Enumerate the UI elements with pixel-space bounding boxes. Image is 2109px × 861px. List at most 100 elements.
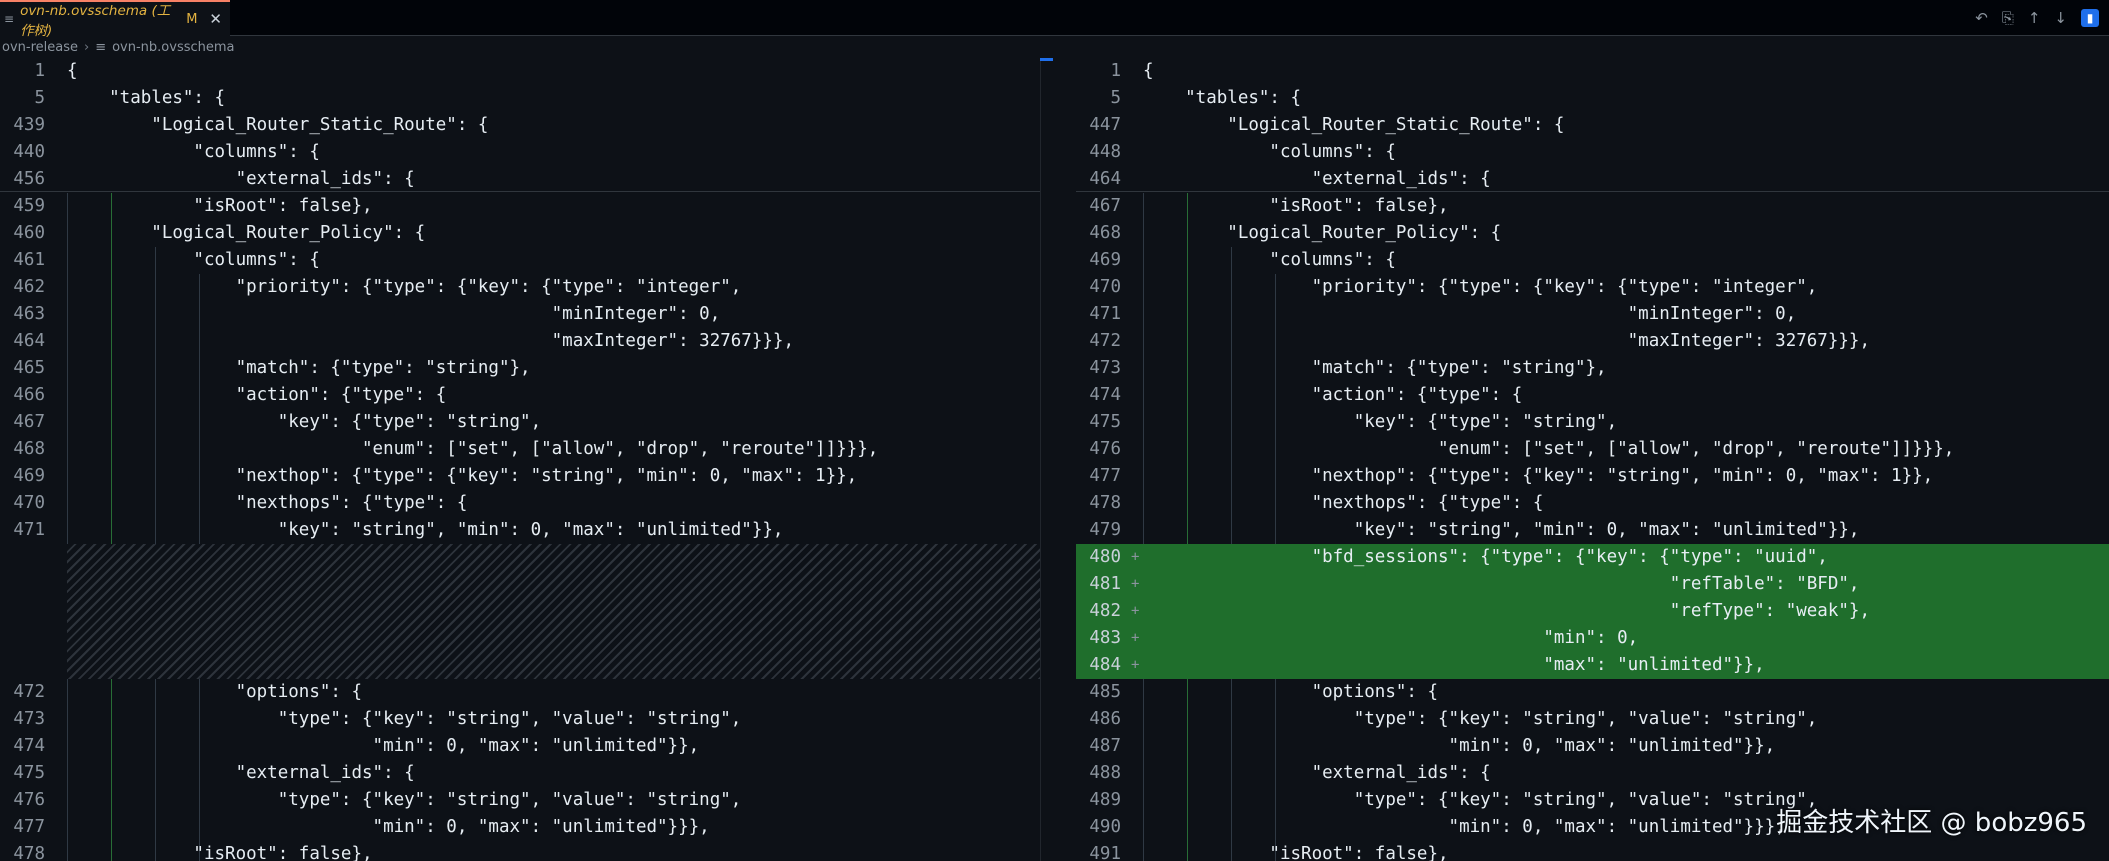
line-number: 468 (1089, 223, 1121, 243)
code-line[interactable]: 447 "Logical_Router_Static_Route": { (1076, 112, 2109, 139)
code-line[interactable]: 473 "match": {"type": "string"}, (1076, 355, 2109, 382)
next-change-icon[interactable]: ↓ (2054, 9, 2067, 27)
code-text: "Logical_Router_Policy": { (67, 223, 426, 243)
code-line[interactable]: 488 "external_ids": { (1076, 760, 2109, 787)
breadcrumb: ovn-release › ≡ ovn-nb.ovsschema (0, 36, 1002, 58)
line-number: 5 (34, 88, 45, 108)
code-line[interactable]: 463 "minInteger": 0, (0, 301, 1040, 328)
line-number: 464 (1089, 169, 1121, 189)
code-line[interactable]: 5 "tables": { (1076, 85, 2109, 112)
code-line[interactable]: 477 "min": 0, "max": "unlimited"}}}, (0, 814, 1040, 841)
code-text: "nexthops": {"type": { (1143, 493, 1544, 513)
code-line[interactable]: 474 "min": 0, "max": "unlimited"}}, (0, 733, 1040, 760)
added-code-line[interactable]: 482 + "refType": "weak"}, (1076, 598, 2109, 625)
code-line[interactable]: 462 "priority": {"type": {"key": {"type"… (0, 274, 1040, 301)
code-line[interactable]: 478 "nexthops": {"type": { (1076, 490, 2109, 517)
line-number: 447 (1089, 115, 1121, 135)
previous-change-icon[interactable]: ↑ (2028, 9, 2041, 27)
code-line[interactable]: 476 "enum": ["set", ["allow", "drop", "r… (1076, 436, 2109, 463)
code-line[interactable]: 469 "columns": { (1076, 247, 2109, 274)
code-line[interactable]: 472 "maxInteger": 32767}}}, (1076, 328, 2109, 355)
close-tab-icon[interactable]: ✕ (209, 10, 222, 28)
code-line[interactable]: 469 "nexthop": {"type": {"key": "string"… (0, 463, 1040, 490)
code-line[interactable]: 471 "minInteger": 0, (1076, 301, 2109, 328)
toggle-inline-view-icon[interactable]: ▮ (2081, 9, 2099, 27)
line-number: 478 (13, 844, 45, 861)
line-number: 462 (13, 277, 45, 297)
code-text: "action": {"type": { (67, 385, 447, 405)
code-line[interactable]: 472 "options": { (0, 679, 1040, 706)
code-text: "action": {"type": { (1143, 385, 1523, 405)
code-line[interactable]: 470 "priority": {"type": {"key": {"type"… (1076, 274, 2109, 301)
code-line[interactable]: 468 "Logical_Router_Policy": { (1076, 220, 2109, 247)
code-line[interactable]: 485 "options": { (1076, 679, 2109, 706)
code-text: "min": 0, "max": "unlimited"}}, (67, 736, 700, 756)
code-line[interactable]: 448 "columns": { (1076, 139, 2109, 166)
code-line[interactable]: 464 "maxInteger": 32767}}}, (0, 328, 1040, 355)
code-text: { (1143, 61, 1154, 81)
modified-editor-pane[interactable]: 1{5 "tables": {447 "Logical_Router_Stati… (1076, 58, 2109, 861)
code-text: "enum": ["set", ["allow", "drop", "rerou… (1143, 439, 1955, 459)
code-line[interactable]: 5 "tables": { (0, 85, 1040, 112)
line-number: 469 (1089, 250, 1121, 270)
code-line[interactable]: 460 "Logical_Router_Policy": { (0, 220, 1040, 247)
original-editor-pane[interactable]: 1{5 "tables": {439 "Logical_Router_Stati… (0, 58, 1040, 861)
code-line[interactable]: 1{ (1076, 58, 2109, 85)
line-number: 468 (13, 439, 45, 459)
added-code-line[interactable]: 484 + "max": "unlimited"}}, (1076, 652, 2109, 679)
chevron-right-icon: › (83, 39, 90, 55)
code-line[interactable]: 440 "columns": { (0, 139, 1040, 166)
code-line[interactable]: 464 "external_ids": { (1076, 166, 2109, 193)
code-text: "match": {"type": "string"}, (67, 358, 531, 378)
added-marker-icon: + (1131, 657, 1140, 673)
code-line[interactable]: 467 "key": {"type": "string", (0, 409, 1040, 436)
code-text: "Logical_Router_Policy": { (1143, 223, 1502, 243)
line-number: 489 (1089, 790, 1121, 810)
added-code-line[interactable]: 481 + "refTable": "BFD", (1076, 571, 2109, 598)
code-text: "key": {"type": "string", (67, 412, 542, 432)
line-number: 471 (1089, 304, 1121, 324)
code-line[interactable]: 476 "type": {"key": "string", "value": "… (0, 787, 1040, 814)
code-line[interactable]: 479 "key": "string", "min": 0, "max": "u… (1076, 517, 2109, 544)
code-line[interactable]: 474 "action": {"type": { (1076, 382, 2109, 409)
breadcrumb-file[interactable]: ovn-nb.ovsschema (112, 40, 234, 55)
code-line[interactable]: 456 "external_ids": { (0, 166, 1040, 193)
file-lines-icon: ≡ (95, 39, 107, 55)
open-file-icon[interactable]: ⎘ (2002, 9, 2014, 27)
diff-divider[interactable] (1040, 58, 1076, 861)
code-line[interactable]: 486 "type": {"key": "string", "value": "… (1076, 706, 2109, 733)
watermark: 掘金技术社区 @ bobz965 (1776, 808, 2087, 838)
code-line[interactable]: 467 "isRoot": false}, (1076, 193, 2109, 220)
added-code-line[interactable]: 480 + "bfd_sessions": {"type": {"key": {"… (1076, 544, 2109, 571)
code-text: "key": {"type": "string", (1143, 412, 1618, 432)
editor-tab[interactable]: ≡ ovn-nb.ovsschema (工作树) M ✕ (0, 0, 230, 39)
code-line[interactable]: 487 "min": 0, "max": "unlimited"}}, (1076, 733, 2109, 760)
code-line[interactable]: 475 "external_ids": { (0, 760, 1040, 787)
line-number: 475 (13, 763, 45, 783)
line-number: 484 (1089, 655, 1121, 675)
code-line[interactable]: 1{ (0, 58, 1040, 85)
line-number: 476 (1089, 439, 1121, 459)
code-line[interactable]: 478 "isRoot": false}, (0, 841, 1040, 861)
code-line[interactable]: 459 "isRoot": false}, (0, 193, 1040, 220)
code-line[interactable]: 470 "nexthops": {"type": { (0, 490, 1040, 517)
code-line[interactable]: 461 "columns": { (0, 247, 1040, 274)
sash[interactable] (1040, 58, 1041, 861)
code-text: "columns": { (1143, 250, 1396, 270)
code-line[interactable]: 491 "isRoot": false}, (1076, 841, 2109, 861)
code-line[interactable]: 473 "type": {"key": "string", "value": "… (0, 706, 1040, 733)
breadcrumb-folder[interactable]: ovn-release (2, 40, 78, 55)
line-number: 456 (13, 169, 45, 189)
revert-icon[interactable]: ↶ (1975, 9, 1988, 27)
code-text: "min": 0, (1143, 628, 1639, 648)
code-line[interactable]: 466 "action": {"type": { (0, 382, 1040, 409)
code-line[interactable]: 475 "key": {"type": "string", (1076, 409, 2109, 436)
code-text: "type": {"key": "string", "value": "stri… (67, 709, 742, 729)
code-line[interactable]: 477 "nexthop": {"type": {"key": "string"… (1076, 463, 2109, 490)
code-line[interactable]: 439 "Logical_Router_Static_Route": { (0, 112, 1040, 139)
added-marker-icon: + (1131, 576, 1140, 592)
added-code-line[interactable]: 483 + "min": 0, (1076, 625, 2109, 652)
code-line[interactable]: 465 "match": {"type": "string"}, (0, 355, 1040, 382)
code-line[interactable]: 471 "key": "string", "min": 0, "max": "u… (0, 517, 1040, 544)
code-line[interactable]: 468 "enum": ["set", ["allow", "drop", "r… (0, 436, 1040, 463)
